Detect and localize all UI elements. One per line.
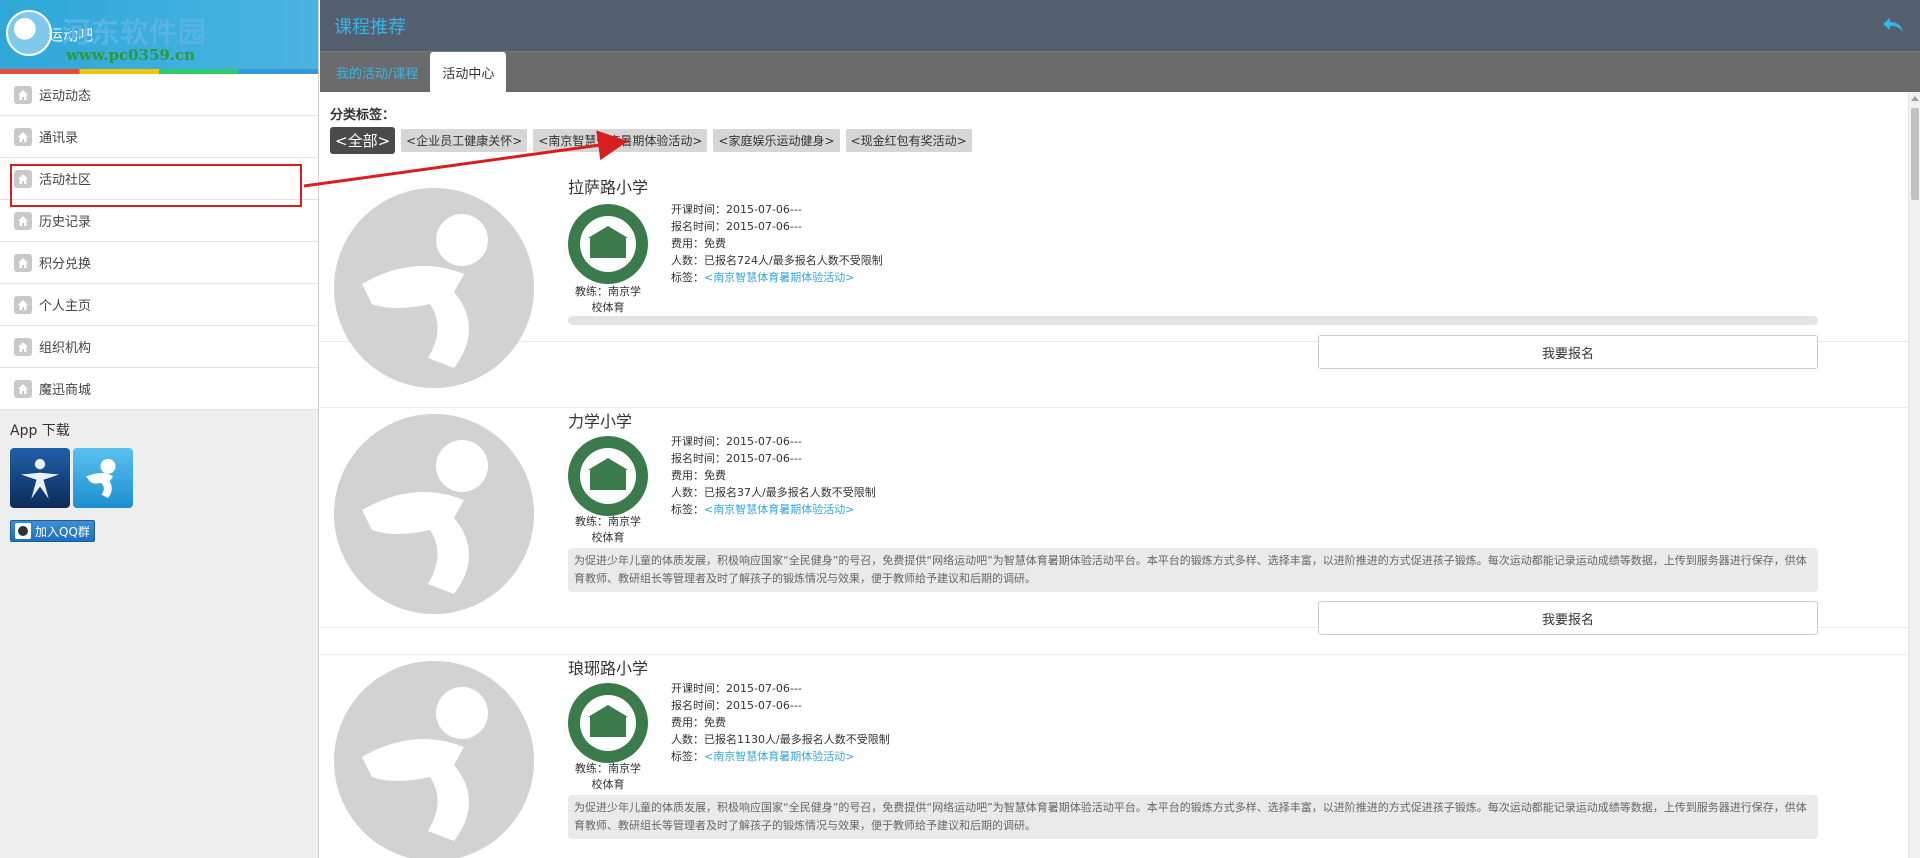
activity-info: 开课时间：2015-07-06--- 报名时间：2015-07-06--- 费用… xyxy=(671,201,883,286)
annotation-highlight-box xyxy=(10,164,302,207)
sidebar: 运动吧 河东软件园 www.pc0359.cn 运动动态 通讯录 活动社区 历史… xyxy=(0,0,319,858)
home-icon xyxy=(14,211,32,230)
app-download-section: App 下载 加入QQ群 xyxy=(0,410,318,543)
sidebar-item-label: 魔迅商城 xyxy=(39,383,92,398)
tab-bar: 我的活动/课程 活动中心 xyxy=(320,51,1920,92)
watermark-text: 河东软件园 xyxy=(62,16,208,49)
scrollbar-thumb[interactable] xyxy=(1911,108,1919,200)
sidebar-item-activity-feed[interactable]: 运动动态 xyxy=(0,74,318,116)
tag-row: 标签：<南京智慧体育暑期体验活动> xyxy=(671,269,883,286)
coach-line: 教练：南京学 xyxy=(575,762,641,775)
sidebar-item-label: 积分兑换 xyxy=(39,257,92,272)
top-bar: 课程推荐 xyxy=(320,0,1920,51)
home-icon xyxy=(14,337,32,356)
sidebar-item-label: 个人主页 xyxy=(39,299,92,314)
activity-card: 拉萨路小学 教练：南京学 校体育 开课时间：2015-07-06--- 报名时间… xyxy=(320,142,1908,388)
school-title: 力学小学 xyxy=(568,412,633,431)
coach-label: 教练：南京学 校体育 xyxy=(568,761,648,793)
main-area: 课程推荐 我的活动/课程 活动中心 分类标签： <全部> <企业员工健康关怀> … xyxy=(320,0,1920,858)
fee: 费用：免费 xyxy=(671,716,726,729)
activity-avatar-icon xyxy=(334,414,534,614)
brand-header: 运动吧 河东软件园 www.pc0359.cn xyxy=(0,0,318,74)
vertical-scrollbar[interactable] xyxy=(1908,92,1920,858)
tab-activity-center[interactable]: 活动中心 xyxy=(430,52,507,92)
qq-icon xyxy=(15,523,31,539)
sidebar-item-store[interactable]: 魔迅商城 xyxy=(0,368,318,410)
page-title: 课程推荐 xyxy=(334,16,406,38)
tag-prefix: 标签： xyxy=(671,503,704,516)
start-time: 开课时间：2015-07-06--- xyxy=(671,435,802,448)
tag-row: 标签：<南京智慧体育暑期体验活动> xyxy=(671,748,890,765)
sidebar-item-label: 组织机构 xyxy=(39,341,92,356)
sidebar-item-label: 历史记录 xyxy=(39,215,92,230)
filter-label: 分类标签： xyxy=(330,108,396,123)
sidebar-item-points[interactable]: 积分兑换 xyxy=(0,242,318,284)
fee: 费用：免费 xyxy=(671,469,726,482)
tag-row: 标签：<南京智慧体育暑期体验活动> xyxy=(671,501,876,518)
activity-tag-link[interactable]: <南京智慧体育暑期体验活动> xyxy=(704,271,854,284)
people-count: 人数：已报名1130人/最多报名人数不受限制 xyxy=(671,733,890,746)
signup-time: 报名时间：2015-07-06--- xyxy=(671,699,802,712)
school-seal-icon xyxy=(568,204,648,284)
coach-line: 校体育 xyxy=(591,301,625,314)
activity-info: 开课时间：2015-07-06--- 报名时间：2015-07-06--- 费用… xyxy=(671,433,876,518)
home-icon xyxy=(14,295,32,314)
app-logo-icon xyxy=(6,10,52,56)
scroll-up-arrow-icon[interactable] xyxy=(1911,96,1919,101)
tag-prefix: 标签： xyxy=(671,750,704,763)
coach-line: 教练：南京学 xyxy=(575,285,641,298)
activity-description: 为促进少年儿童的体质发展，积极响应国家“全民健身”的号召，免费提供“网络运动吧”… xyxy=(568,548,1818,592)
activity-avatar-icon xyxy=(334,661,534,858)
join-qq-group-label: 加入QQ群 xyxy=(35,524,90,539)
school-title: 拉萨路小学 xyxy=(568,178,649,197)
home-icon xyxy=(14,253,32,272)
app-icon-ios[interactable] xyxy=(10,448,70,508)
coach-label: 教练：南京学 校体育 xyxy=(568,284,648,316)
signup-button[interactable]: 我要报名 xyxy=(1318,601,1818,635)
tag-prefix: 标签： xyxy=(671,271,704,284)
activity-avatar-icon xyxy=(334,188,534,388)
back-arrow-icon[interactable] xyxy=(1880,13,1906,39)
home-icon xyxy=(14,379,32,398)
signup-time: 报名时间：2015-07-06--- xyxy=(671,220,802,233)
activity-card: 力学小学 教练：南京学 校体育 开课时间：2015-07-06--- 报名时间：… xyxy=(320,408,1908,635)
people-count: 人数：已报名37人/最多报名人数不受限制 xyxy=(671,486,876,499)
tab-my-activities[interactable]: 我的活动/课程 xyxy=(324,52,430,92)
home-icon xyxy=(14,85,32,104)
start-time: 开课时间：2015-07-06--- xyxy=(671,203,802,216)
start-time: 开课时间：2015-07-06--- xyxy=(671,682,802,695)
activity-card: 琅琊路小学 教练：南京学 校体育 开课时间：2015-07-06--- 报名时间… xyxy=(320,655,1908,858)
app-download-title: App 下载 xyxy=(10,423,70,439)
sidebar-menu: 运动动态 通讯录 活动社区 历史记录 积分兑换 个人主页 组织机构 魔迅商城 xyxy=(0,74,318,410)
signup-progress-bar xyxy=(568,316,1818,325)
coach-line: 教练：南京学 xyxy=(575,515,641,528)
sidebar-item-organization[interactable]: 组织机构 xyxy=(0,326,318,368)
school-seal-icon xyxy=(568,436,648,516)
coach-label: 教练：南京学 校体育 xyxy=(568,514,648,546)
coach-line: 校体育 xyxy=(591,531,625,544)
sidebar-item-contacts[interactable]: 通讯录 xyxy=(0,116,318,158)
watermark-url: www.pc0359.cn xyxy=(66,46,196,64)
content-area: 分类标签： <全部> <企业员工健康关怀> <南京智慧体育暑期体验活动> <家庭… xyxy=(320,92,1908,858)
activity-tag-link[interactable]: <南京智慧体育暑期体验活动> xyxy=(704,750,854,763)
sidebar-item-label: 运动动态 xyxy=(39,89,92,104)
sidebar-item-label: 通讯录 xyxy=(39,131,79,146)
activity-tag-link[interactable]: <南京智慧体育暑期体验活动> xyxy=(704,503,854,516)
join-qq-group-button[interactable]: 加入QQ群 xyxy=(10,520,95,542)
fee: 费用：免费 xyxy=(671,237,726,250)
home-icon xyxy=(14,127,32,146)
signup-button[interactable]: 我要报名 xyxy=(1318,335,1818,369)
people-count: 人数：已报名724人/最多报名人数不受限制 xyxy=(671,254,883,267)
activity-info: 开课时间：2015-07-06--- 报名时间：2015-07-06--- 费用… xyxy=(671,680,890,765)
app-icon-android[interactable] xyxy=(73,448,133,508)
signup-time: 报名时间：2015-07-06--- xyxy=(671,452,802,465)
sidebar-item-profile[interactable]: 个人主页 xyxy=(0,284,318,326)
school-title: 琅琊路小学 xyxy=(568,659,649,678)
coach-line: 校体育 xyxy=(591,778,625,791)
activity-description: 为促进少年儿童的体质发展，积极响应国家“全民健身”的号召，免费提供“网络运动吧”… xyxy=(568,795,1818,839)
school-seal-icon xyxy=(568,683,648,763)
